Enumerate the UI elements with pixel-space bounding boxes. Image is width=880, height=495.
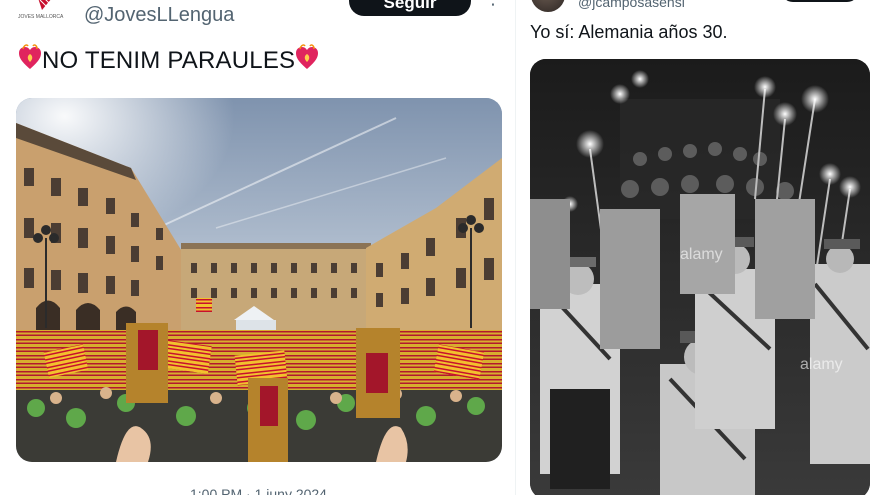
tweet-text-content: NO TENIM PARAULES [42,47,296,74]
watermark-text: alamy [680,246,723,263]
left-tweet: JOVES MALLORCA @JovesLLengua Seguir ⋮ NO… [0,0,515,495]
watermark-text: alamy [800,356,843,373]
right-tweet: @jcamposasensi Yo sí: Alemania años 30. [515,0,880,495]
more-options-icon[interactable]: ⋮ [484,0,503,9]
logo-text: JOVES MALLORCA [18,14,64,20]
photo-torch-parade[interactable]: alamy alamy [530,59,870,495]
tweet-text: NO TENIM PARAULES [18,44,319,75]
photo-plaza-rally[interactable] [16,98,502,462]
avatar[interactable] [531,0,565,12]
tweet-text: Yo sí: Alemania años 30. [530,22,728,42]
burning-heart-icon [296,44,319,69]
author-handle[interactable]: @jcamposasensi [578,0,685,10]
follow-button[interactable]: Seguir [349,0,471,16]
follow-button[interactable] [781,0,859,2]
author-handle[interactable]: @JovesLLengua [84,4,234,27]
tweet-timestamp[interactable]: 1:00 PM · 1 juny 2024 [190,486,327,495]
burning-heart-icon [19,44,41,69]
organization-logo[interactable]: JOVES MALLORCA [18,0,70,20]
